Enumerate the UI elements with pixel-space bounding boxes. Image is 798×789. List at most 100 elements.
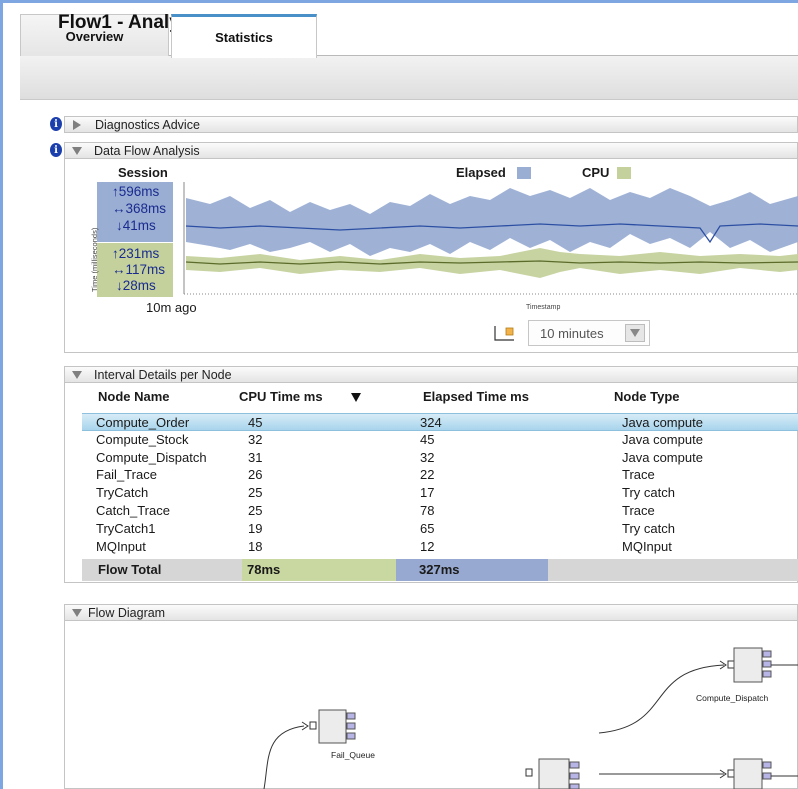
table-row[interactable]: Catch_Trace 25 78 Trace: [82, 502, 798, 520]
cpu-time-cell: 26: [248, 467, 263, 483]
collapse-arrow-icon: [72, 370, 82, 379]
total-rest-cell: [548, 559, 798, 581]
section-interval-details[interactable]: Interval Details per Node: [64, 366, 798, 383]
table-row[interactable]: TryCatch1 19 65 Try catch: [82, 520, 798, 538]
elapsed-time-cell: 17: [420, 485, 435, 501]
tab-statistics[interactable]: Statistics: [171, 14, 317, 58]
node-name-cell: Compute_Order: [96, 415, 190, 430]
total-elapsed-value: 327ms: [419, 562, 460, 577]
cpu-avg-value: 117ms: [125, 262, 166, 277]
collapse-arrow-icon: [72, 608, 82, 617]
node-name-cell: Compute_Stock: [96, 431, 189, 447]
node-type-cell: Trace: [622, 503, 655, 518]
elapsed-time-cell: 32: [420, 449, 435, 465]
x-axis-label: Timestamp: [526, 304, 561, 311]
x-start-label: 10m ago: [146, 300, 197, 315]
cpu-time-cell: 32: [248, 431, 263, 447]
cpu-time-cell: 45: [248, 415, 263, 430]
node-target[interactable]: [719, 758, 798, 789]
info-icon[interactable]: i: [50, 117, 62, 131]
table-row[interactable]: Compute_Dispatch 31 32 Java compute: [82, 449, 798, 467]
time-range-select[interactable]: 10 minutes: [528, 320, 650, 346]
table-row[interactable]: MQInput 18 12 MQInput: [82, 538, 798, 556]
node-name-cell: MQInput: [96, 538, 146, 554]
flow-total-row: Flow Total 78ms 327ms: [82, 559, 798, 581]
elapsed-time-cell: 45: [420, 431, 435, 447]
connector: [263, 725, 305, 789]
col-cpu-time[interactable]: CPU Time ms: [239, 389, 323, 404]
cpu-time-cell: 18: [248, 538, 263, 554]
node-compute-dispatch[interactable]: [719, 647, 798, 683]
legend-elapsed-label: Elapsed: [456, 165, 506, 180]
node-type-cell: Try catch: [622, 520, 675, 536]
elapsed-avg-value: 368ms: [125, 201, 167, 216]
node-type-cell: Java compute: [622, 415, 703, 430]
node-name-cell: Catch_Trace: [96, 503, 170, 518]
cpu-max: ↑231ms: [112, 246, 159, 262]
table-row[interactable]: Compute_Stock 32 45 Java compute: [82, 431, 798, 449]
col-node-type[interactable]: Node Type: [614, 389, 680, 404]
cpu-time-cell: 19: [248, 520, 263, 536]
table-row[interactable]: Compute_Order 45 324 Java compute: [82, 413, 798, 431]
min-arrow-icon: ↓: [116, 278, 123, 293]
avg-arrow-icon: ↔: [112, 201, 126, 216]
elapsed-max: ↑596ms: [112, 184, 159, 200]
section-label: Data Flow Analysis: [94, 143, 200, 158]
elapsed-max-value: 596ms: [118, 184, 160, 199]
legend-cpu-swatch: [617, 167, 631, 179]
cpu-time-cell: 31: [248, 449, 263, 465]
table-row[interactable]: TryCatch 25 17 Try catch: [82, 484, 798, 502]
col-node-name[interactable]: Node Name: [98, 389, 170, 404]
col-elapsed-time[interactable]: Elapsed Time ms: [423, 389, 529, 404]
min-arrow-icon: ↓: [116, 218, 123, 233]
section-flow-diagram[interactable]: Flow Diagram: [64, 604, 798, 621]
node-label-compute-dispatch: Compute_Dispatch: [696, 693, 769, 703]
legend-elapsed-swatch: [517, 167, 531, 179]
node-type-cell: Java compute: [622, 449, 703, 465]
node-type-cell: Trace: [622, 467, 655, 483]
section-data-flow-analysis[interactable]: Data Flow Analysis: [64, 142, 798, 159]
total-cpu-value: 78ms: [247, 562, 281, 577]
node-label-fail-queue: Fail_Queue: [331, 750, 375, 760]
total-label: Flow Total: [98, 562, 162, 577]
elapsed-avg: ↔368ms: [112, 201, 166, 217]
sort-desc-icon[interactable]: [351, 393, 361, 402]
section-label: Interval Details per Node: [94, 367, 232, 382]
collapse-arrow-icon: [72, 146, 82, 155]
dropdown-arrow-icon[interactable]: [625, 324, 645, 342]
cpu-min-value: 28ms: [122, 278, 156, 293]
y-axis-label: Time (milliseconds): [90, 227, 99, 292]
page-header: [20, 56, 798, 100]
max-arrow-icon: ↑: [112, 184, 119, 199]
node-type-cell: MQInput: [622, 538, 672, 554]
elapsed-time-cell: 22: [420, 467, 435, 483]
elapsed-min: ↓41ms: [116, 218, 156, 234]
section-diagnostics-advice[interactable]: Diagnostics Advice: [64, 116, 798, 133]
avg-arrow-icon: ↔: [112, 262, 126, 277]
node-source[interactable]: [525, 758, 580, 789]
elapsed-time-cell: 65: [420, 520, 435, 536]
section-label: Diagnostics Advice: [95, 117, 200, 132]
node-type-cell: Java compute: [622, 431, 703, 447]
flow-diagram-canvas: [263, 647, 798, 789]
table-row[interactable]: Fail_Trace 26 22 Trace: [82, 466, 798, 484]
node-fail-queue[interactable]: [301, 709, 356, 744]
elapsed-time-cell: 12: [420, 538, 435, 554]
time-series-chart: [183, 182, 798, 295]
cpu-avg: ↔117ms: [112, 262, 165, 278]
node-name-cell: Compute_Dispatch: [96, 449, 207, 465]
zoom-reset-icon[interactable]: [494, 324, 516, 342]
elapsed-min-value: 41ms: [122, 218, 156, 233]
cpu-time-cell: 25: [248, 485, 263, 501]
node-name-cell: TryCatch: [96, 485, 149, 501]
legend-cpu-label: CPU: [582, 165, 610, 180]
node-name-cell: TryCatch1: [96, 520, 156, 536]
elapsed-time-cell: 78: [420, 503, 435, 518]
info-icon[interactable]: i: [50, 143, 62, 157]
cpu-min: ↓28ms: [116, 278, 156, 294]
elapsed-time-cell: 324: [420, 415, 442, 430]
node-type-cell: Try catch: [622, 485, 675, 501]
cpu-time-cell: 25: [248, 503, 263, 518]
section-label: Flow Diagram: [88, 605, 166, 620]
expand-arrow-icon: [73, 119, 81, 130]
